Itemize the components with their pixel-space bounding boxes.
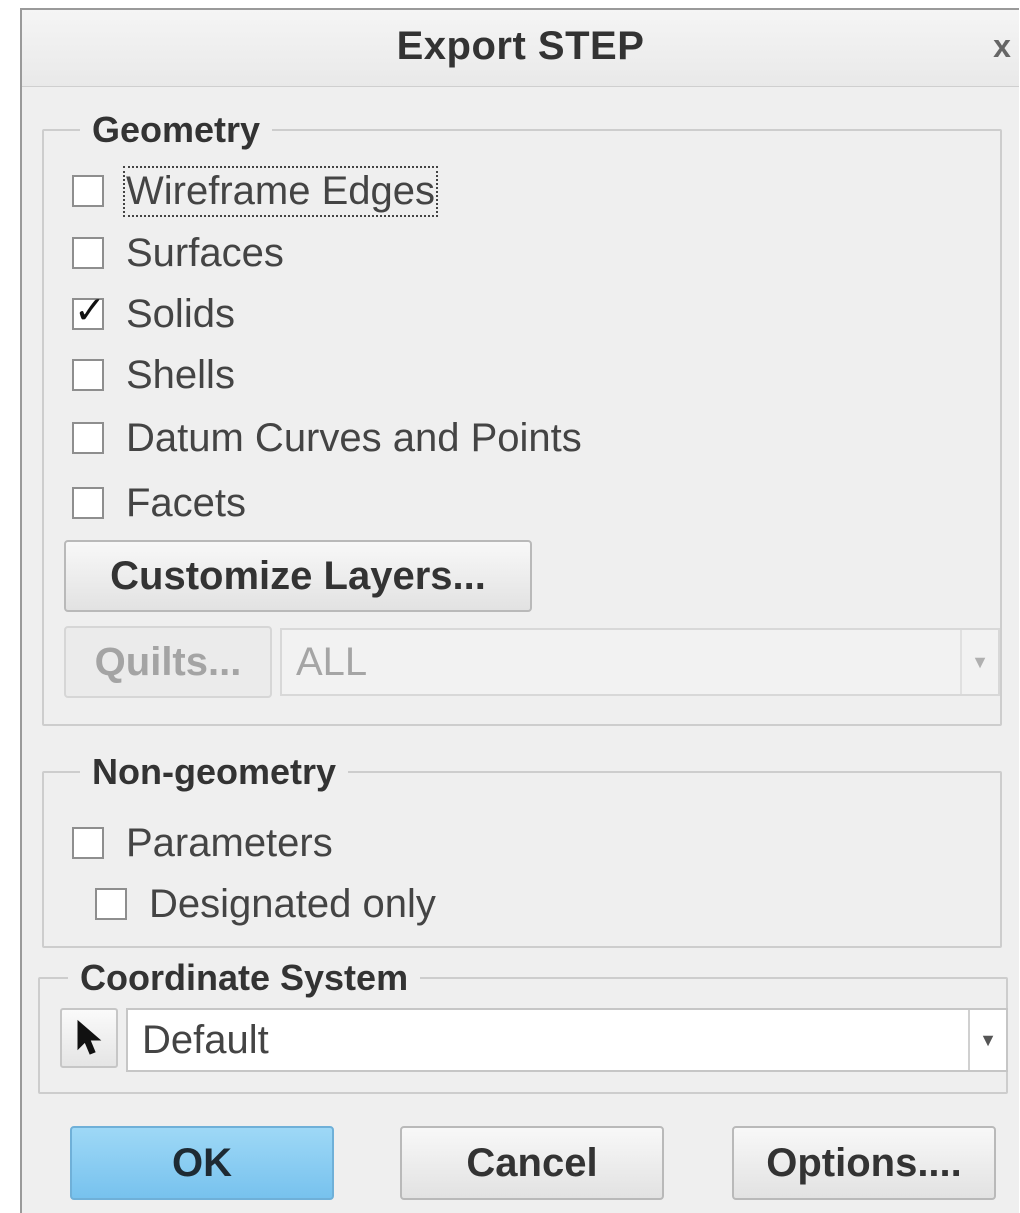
dialog-titlebar[interactable]: Export STEP x <box>22 10 1019 87</box>
checkbox-shells[interactable]: Shells <box>72 350 235 400</box>
customize-layers-button[interactable]: Customize Layers... <box>64 540 532 612</box>
checkbox-box[interactable] <box>72 359 104 391</box>
checkbox-wireframe-edges[interactable]: Wireframe Edges <box>72 165 438 217</box>
checkbox-box[interactable] <box>72 487 104 519</box>
checkbox-surfaces[interactable]: Surfaces <box>72 228 284 278</box>
dialog-title: Export STEP <box>396 24 645 68</box>
non-geometry-legend: Non-geometry <box>92 751 337 792</box>
checkbox-designated-only[interactable]: Designated only <box>95 879 436 929</box>
checkbox-label: Shells <box>126 352 235 397</box>
checkbox-label: Designated only <box>149 881 436 926</box>
cancel-button[interactable]: Cancel <box>400 1126 664 1200</box>
checkbox-label: Facets <box>126 480 247 525</box>
checkbox-box[interactable] <box>72 827 104 859</box>
cursor-arrow-icon <box>77 1019 102 1055</box>
chevron-down-icon[interactable]: ▼ <box>968 1010 1006 1070</box>
checkbox-label: Wireframe Edges <box>123 165 438 217</box>
checkbox-box-checked[interactable] <box>72 288 106 332</box>
checkbox-label: Solids <box>126 291 235 336</box>
coordinate-system-select[interactable]: Default ▼ <box>126 1008 1008 1072</box>
checkbox-box[interactable] <box>72 237 104 269</box>
checkbox-label: Parameters <box>126 820 333 865</box>
checkbox-box[interactable] <box>95 888 127 920</box>
checkbox-facets[interactable]: Facets <box>72 478 246 528</box>
close-icon[interactable]: x <box>987 28 1017 65</box>
checkbox-label: Surfaces <box>126 230 284 275</box>
checkbox-label: Datum Curves and Points <box>126 415 582 460</box>
coordinate-system-value: Default <box>142 1017 269 1062</box>
checkbox-datum-curves-and-points[interactable]: Datum Curves and Points <box>72 413 582 463</box>
chevron-down-icon[interactable]: ▼ <box>960 630 998 694</box>
export-step-dialog: Export STEP x Geometry Wireframe Edges S… <box>20 8 1019 1213</box>
options-button[interactable]: Options.... <box>732 1126 996 1200</box>
coordinate-system-legend: Coordinate System <box>80 957 409 998</box>
quilts-select-value: ALL <box>296 639 368 684</box>
pick-coordinate-system-button[interactable] <box>60 1008 118 1068</box>
ok-button[interactable]: OK <box>70 1126 334 1200</box>
checkbox-box[interactable] <box>72 422 104 454</box>
checkbox-solids[interactable]: Solids <box>72 288 235 339</box>
checkbox-box[interactable] <box>72 175 104 207</box>
checkbox-parameters[interactable]: Parameters <box>72 818 333 868</box>
geometry-legend: Geometry <box>92 109 261 150</box>
quilts-button[interactable]: Quilts... <box>64 626 272 698</box>
quilts-select[interactable]: ALL ▼ <box>280 628 1000 696</box>
